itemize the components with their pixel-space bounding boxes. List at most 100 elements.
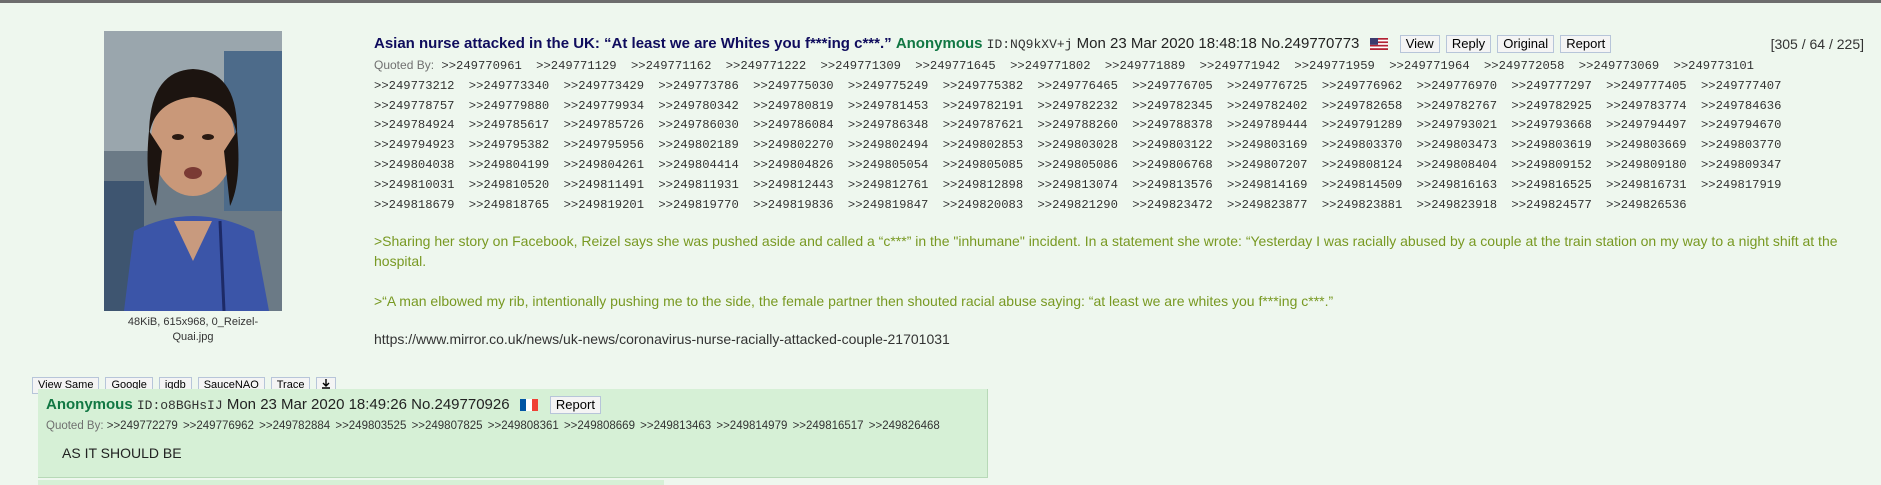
quote-link[interactable]: >>249786030 bbox=[658, 118, 738, 132]
quote-link[interactable]: >>249804199 bbox=[469, 158, 549, 172]
poster-id[interactable]: ID:NQ9kXV+j bbox=[987, 37, 1073, 52]
quote-link[interactable]: >>249795956 bbox=[564, 138, 644, 152]
quote-link[interactable]: >>249810031 bbox=[374, 178, 454, 192]
quote-link[interactable]: >>249823877 bbox=[1227, 198, 1307, 212]
quote-link[interactable]: >>249803770 bbox=[1701, 138, 1781, 152]
quote-link[interactable]: >>249785726 bbox=[564, 118, 644, 132]
quote-link[interactable]: >>249826468 bbox=[869, 420, 940, 432]
quote-link[interactable]: >>249782884 bbox=[259, 420, 330, 432]
quote-link[interactable]: >>249807825 bbox=[412, 420, 483, 432]
quote-link[interactable]: >>249771129 bbox=[536, 59, 616, 73]
quote-link[interactable]: >>249816731 bbox=[1606, 178, 1686, 192]
quote-link[interactable]: >>249783774 bbox=[1606, 99, 1686, 113]
quote-link[interactable]: >>249814979 bbox=[716, 420, 787, 432]
quote-link[interactable]: >>249775249 bbox=[848, 79, 928, 93]
quote-link[interactable]: >>249786084 bbox=[753, 118, 833, 132]
quote-link[interactable]: >>249810520 bbox=[469, 178, 549, 192]
quote-link[interactable]: >>249782345 bbox=[1132, 99, 1212, 113]
view-button[interactable]: View bbox=[1399, 35, 1440, 53]
quote-link[interactable]: >>249773212 bbox=[374, 79, 454, 93]
quote-link[interactable]: >>249807207 bbox=[1227, 158, 1307, 172]
quote-link[interactable]: >>249808669 bbox=[564, 420, 635, 432]
quote-link[interactable]: >>249820083 bbox=[943, 198, 1023, 212]
quote-link[interactable]: >>249817919 bbox=[1701, 178, 1781, 192]
quote-link[interactable]: >>249771942 bbox=[1200, 59, 1280, 73]
quote-link[interactable]: >>249780819 bbox=[753, 99, 833, 113]
quote-link[interactable]: >>249787621 bbox=[943, 118, 1023, 132]
quote-link[interactable]: >>249775382 bbox=[943, 79, 1023, 93]
quote-link[interactable]: >>249778757 bbox=[374, 99, 454, 113]
quote-link[interactable]: >>249819836 bbox=[753, 198, 833, 212]
quote-link[interactable]: >>249823918 bbox=[1417, 198, 1497, 212]
quote-link[interactable]: >>249805085 bbox=[943, 158, 1023, 172]
quote-link[interactable]: >>249808361 bbox=[488, 420, 559, 432]
quote-link[interactable]: >>249780342 bbox=[658, 99, 738, 113]
quote-link[interactable]: >>249771959 bbox=[1294, 59, 1374, 73]
quote-link[interactable]: >>249773101 bbox=[1674, 59, 1754, 73]
quote-link[interactable]: >>249773069 bbox=[1579, 59, 1659, 73]
file-info-line2[interactable]: Quai.jpg bbox=[104, 330, 282, 345]
quote-link[interactable]: >>249812761 bbox=[848, 178, 928, 192]
quote-link[interactable]: >>249803028 bbox=[1037, 138, 1117, 152]
quote-link[interactable]: >>249791289 bbox=[1322, 118, 1402, 132]
quote-link[interactable]: >>249795382 bbox=[469, 138, 549, 152]
quote-link[interactable]: >>249771964 bbox=[1389, 59, 1469, 73]
quote-link[interactable]: >>249779934 bbox=[564, 99, 644, 113]
quote-link[interactable]: >>249824577 bbox=[1511, 198, 1591, 212]
quote-link[interactable]: >>249803370 bbox=[1322, 138, 1402, 152]
quote-link[interactable]: >>249805054 bbox=[848, 158, 928, 172]
quote-link[interactable]: >>249819201 bbox=[564, 198, 644, 212]
quote-link[interactable]: >>249813074 bbox=[1037, 178, 1117, 192]
quote-link[interactable]: >>249776465 bbox=[1037, 79, 1117, 93]
quote-link[interactable]: >>249779880 bbox=[469, 99, 549, 113]
quote-link[interactable]: >>249804826 bbox=[753, 158, 833, 172]
quote-link[interactable]: >>249776962 bbox=[183, 420, 254, 432]
quote-link[interactable]: >>249784924 bbox=[374, 118, 454, 132]
quote-link[interactable]: >>249809347 bbox=[1701, 158, 1781, 172]
quote-link[interactable]: >>249809152 bbox=[1511, 158, 1591, 172]
quote-link[interactable]: >>249773429 bbox=[564, 79, 644, 93]
quote-link[interactable]: >>249771645 bbox=[915, 59, 995, 73]
report-button[interactable]: Report bbox=[549, 396, 601, 414]
quote-link[interactable]: >>249771162 bbox=[631, 59, 711, 73]
quote-link[interactable]: >>249816517 bbox=[793, 420, 864, 432]
quote-link[interactable]: >>249803619 bbox=[1511, 138, 1591, 152]
quote-link[interactable]: >>249781453 bbox=[848, 99, 928, 113]
post-number[interactable]: No.249770926 bbox=[411, 396, 509, 413]
quote-link[interactable]: >>249777297 bbox=[1511, 79, 1591, 93]
quote-link[interactable]: >>249794670 bbox=[1701, 118, 1781, 132]
quote-link[interactable]: >>249813463 bbox=[640, 420, 711, 432]
quote-link[interactable]: >>249773340 bbox=[469, 79, 549, 93]
quote-link[interactable]: >>249771309 bbox=[821, 59, 901, 73]
quote-link[interactable]: >>249782232 bbox=[1037, 99, 1117, 113]
quote-link[interactable]: >>249811491 bbox=[564, 178, 644, 192]
quote-link[interactable]: >>249802270 bbox=[753, 138, 833, 152]
quote-link[interactable]: >>249805086 bbox=[1037, 158, 1117, 172]
quote-link[interactable]: >>249788260 bbox=[1037, 118, 1117, 132]
original-button[interactable]: Original bbox=[1497, 35, 1555, 53]
report-button[interactable]: Report bbox=[1560, 35, 1612, 53]
quote-link[interactable]: >>249794923 bbox=[374, 138, 454, 152]
post-number[interactable]: No.249770773 bbox=[1261, 35, 1359, 52]
poster-id[interactable]: ID:o8BGHsIJ bbox=[137, 398, 223, 413]
quote-link[interactable]: >>249809180 bbox=[1606, 158, 1686, 172]
quote-link[interactable]: >>249803169 bbox=[1227, 138, 1307, 152]
quote-link[interactable]: >>249777407 bbox=[1701, 79, 1781, 93]
quote-link[interactable]: >>249772058 bbox=[1484, 59, 1564, 73]
quote-link[interactable]: >>249771889 bbox=[1105, 59, 1185, 73]
quote-link[interactable]: >>249814169 bbox=[1227, 178, 1307, 192]
quote-link[interactable]: >>249808404 bbox=[1417, 158, 1497, 172]
quote-link[interactable]: >>249803669 bbox=[1606, 138, 1686, 152]
quote-link[interactable]: >>249811931 bbox=[658, 178, 738, 192]
quote-link[interactable]: >>249789444 bbox=[1227, 118, 1307, 132]
quote-link[interactable]: >>249806768 bbox=[1132, 158, 1212, 172]
quote-link[interactable]: >>249772279 bbox=[107, 420, 178, 432]
quote-link[interactable]: >>249818765 bbox=[469, 198, 549, 212]
quote-link[interactable]: >>249794497 bbox=[1606, 118, 1686, 132]
quote-link[interactable]: >>249804038 bbox=[374, 158, 454, 172]
quote-link[interactable]: >>249802853 bbox=[943, 138, 1023, 152]
quote-link[interactable]: >>249782191 bbox=[943, 99, 1023, 113]
quote-link[interactable]: >>249823881 bbox=[1322, 198, 1402, 212]
quote-link[interactable]: >>249804414 bbox=[658, 158, 738, 172]
quote-link[interactable]: >>249826536 bbox=[1606, 198, 1686, 212]
